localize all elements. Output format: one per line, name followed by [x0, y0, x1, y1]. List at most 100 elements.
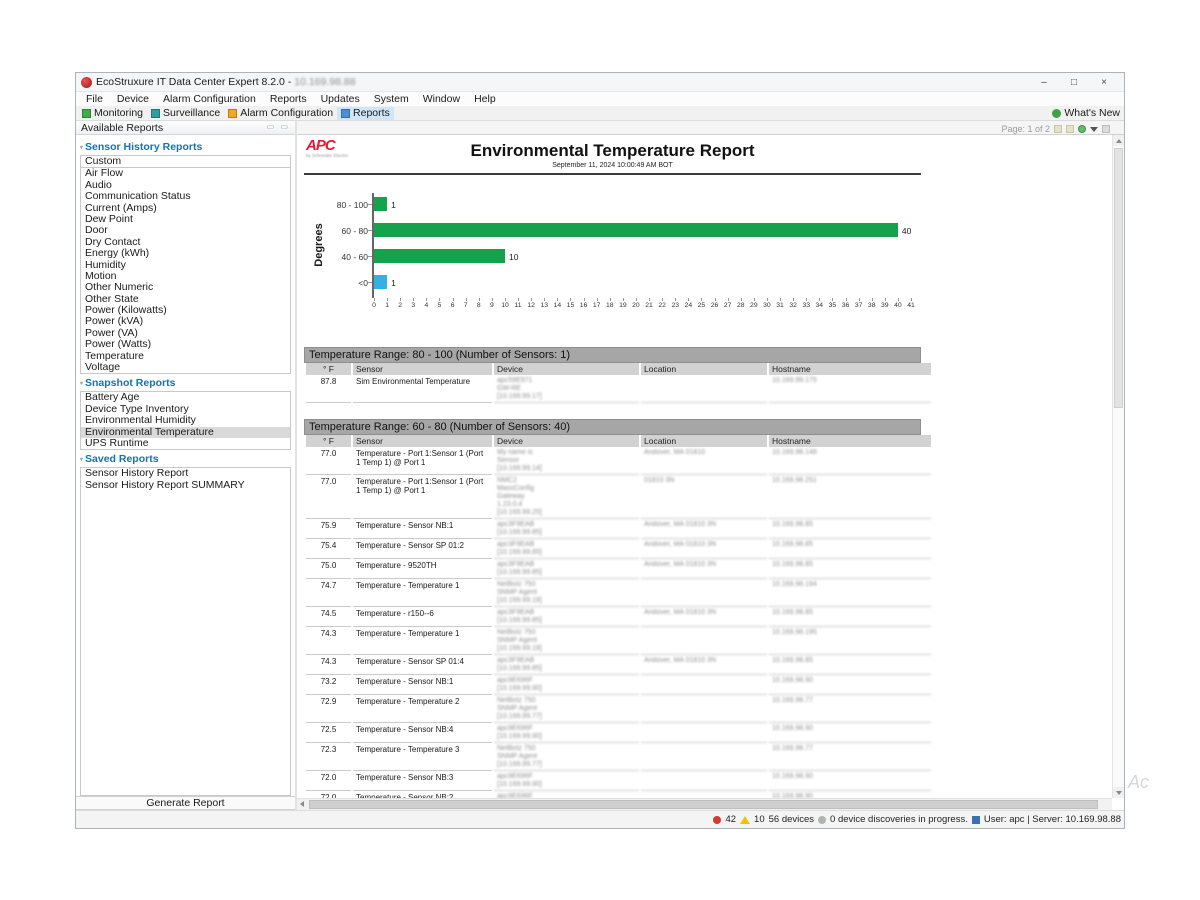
table-row: 73.2Temperature - Sensor NB:1apc9E696F[1… — [306, 675, 931, 695]
column-header-sensor: Sensor — [353, 363, 492, 375]
chart-x-tick — [898, 298, 899, 301]
cell-device: NMC2MassConfigGateway1.23.0.4[10.169.99.… — [494, 475, 639, 519]
list-item-voltage[interactable]: Voltage — [81, 362, 290, 373]
menu-updates[interactable]: Updates — [314, 93, 367, 105]
device-line: SNMP Agent — [497, 753, 636, 761]
cell-location — [641, 771, 767, 791]
list-item-power-kilowatts[interactable]: Power (Kilowatts) — [81, 305, 290, 316]
minimize-button[interactable]: – — [1029, 77, 1059, 88]
cell-sensor: Sim Environmental Temperature — [353, 375, 492, 403]
list-item-ups-runtime[interactable]: UPS Runtime — [81, 438, 290, 449]
report-listbox: Battery AgeDevice Type InventoryEnvironm… — [80, 391, 291, 450]
report-options-dropdown-icon[interactable] — [1090, 127, 1098, 132]
cell-sensor: Temperature - Port 1:Sensor 1 (Port 1 Te… — [353, 447, 492, 475]
list-item-device-type-inventory[interactable]: Device Type Inventory — [81, 404, 290, 415]
menu-system[interactable]: System — [367, 93, 416, 105]
list-item-environmental-temperature[interactable]: Environmental Temperature — [81, 427, 290, 438]
chart-x-tick — [387, 298, 388, 301]
cell-location: Andover, MA 01810 3N — [641, 539, 767, 559]
panel-minimize-icon[interactable]: ▭ ▭ — [267, 122, 290, 133]
list-item-door[interactable]: Door — [81, 225, 290, 236]
print-icon[interactable] — [1066, 125, 1074, 133]
list-item-battery-age[interactable]: Battery Age — [81, 392, 290, 403]
horizontal-scrollbar-thumb[interactable] — [309, 800, 1098, 809]
temperature-range-table: Temperature Range: 80 - 100 (Number of S… — [304, 347, 921, 403]
panel-restore-icon[interactable] — [1102, 125, 1110, 133]
menu-file[interactable]: File — [79, 93, 110, 105]
cell-hostname: 10.169.98.85 — [769, 607, 931, 627]
chart-x-tick — [453, 298, 454, 301]
perspective-surveillance[interactable]: Surveillance — [147, 107, 224, 120]
list-item-other-numeric[interactable]: Other Numeric — [81, 282, 290, 293]
section-header-saved-reports[interactable]: ▾Saved Reports — [80, 453, 291, 465]
app-window: EcoStruxure IT Data Center Expert 8.2.0 … — [75, 72, 1125, 829]
cell-temperature: 72.0 — [306, 771, 351, 791]
whats-new-link[interactable]: What's New — [1052, 107, 1124, 119]
perspective-alarm-configuration[interactable]: Alarm Configuration — [224, 107, 337, 120]
cell-location: Andover, MA 01810 3N — [641, 559, 767, 579]
list-item-power-watts[interactable]: Power (Watts) — [81, 339, 290, 350]
cell-sensor: Temperature - 9520TH — [353, 559, 492, 579]
list-item-power-va[interactable]: Power (VA) — [81, 328, 290, 339]
reports-icon — [341, 109, 350, 118]
list-item-power-kva[interactable]: Power (kVA) — [81, 316, 290, 327]
menu-reports[interactable]: Reports — [263, 93, 314, 105]
perspective-reports[interactable]: Reports — [337, 107, 394, 120]
data-table: ° FSensorDeviceLocationHostname77.0Tempe… — [304, 435, 933, 810]
list-item-energy-kwh[interactable]: Energy (kWh) — [81, 248, 290, 259]
maximize-button[interactable]: □ — [1059, 77, 1089, 88]
list-item-audio[interactable]: Audio — [81, 180, 290, 191]
menu-window[interactable]: Window — [416, 93, 467, 105]
report-page: APC by Schneider Electric Environmental … — [304, 139, 921, 810]
generate-report-button[interactable]: Generate Report — [76, 796, 295, 810]
cell-temperature: 74.5 — [306, 607, 351, 627]
list-item-sensor-history-report[interactable]: Sensor History Report — [81, 468, 290, 479]
scroll-down-button[interactable] — [1113, 787, 1124, 798]
list-item-environmental-humidity[interactable]: Environmental Humidity — [81, 415, 290, 426]
section-header-sensor-history-reports[interactable]: ▾Sensor History Reports — [80, 141, 291, 153]
list-item-air-flow[interactable]: Air Flow — [81, 168, 290, 179]
chart-x-tick — [623, 298, 624, 301]
close-button[interactable]: × — [1089, 77, 1119, 88]
list-item-other-state[interactable]: Other State — [81, 294, 290, 305]
list-item-custom[interactable]: Custom — [81, 156, 290, 167]
cell-temperature: 73.2 — [306, 675, 351, 695]
vertical-scrollbar-thumb[interactable] — [1114, 148, 1123, 408]
vertical-scrollbar[interactable] — [1112, 135, 1124, 798]
menu-device[interactable]: Device — [110, 93, 156, 105]
list-item-communication-status[interactable]: Communication Status — [81, 191, 290, 202]
cell-temperature: 74.3 — [306, 655, 351, 675]
cell-location — [641, 375, 767, 403]
perspective-monitoring[interactable]: Monitoring — [78, 107, 147, 120]
scroll-up-button[interactable] — [1113, 135, 1124, 146]
chart-y-tick — [368, 282, 372, 283]
horizontal-scrollbar[interactable] — [297, 798, 1112, 810]
whats-new-icon — [1052, 109, 1061, 118]
list-item-dew-point[interactable]: Dew Point — [81, 214, 290, 225]
section-header-snapshot-reports[interactable]: ▾Snapshot Reports — [80, 377, 291, 389]
refresh-icon[interactable] — [1078, 125, 1086, 133]
device-line: 1.23.0.4 — [497, 501, 636, 509]
menu-help[interactable]: Help — [467, 93, 503, 105]
chart-x-tick — [885, 298, 886, 301]
export-icon[interactable] — [1054, 125, 1062, 133]
list-item-current-amps[interactable]: Current (Amps) — [81, 203, 290, 214]
chart-category-label: <0 — [304, 278, 368, 288]
chart-x-tick — [492, 298, 493, 301]
device-line: GW-RE — [497, 385, 636, 393]
cell-sensor: Temperature - Sensor NB:3 — [353, 771, 492, 791]
table-row: 74.5Temperature - r150--6apc3F9EAB[10.16… — [306, 607, 931, 627]
scroll-left-button[interactable] — [297, 799, 308, 810]
cell-hostname: 10.169.98.148 — [769, 447, 931, 475]
list-item-motion[interactable]: Motion — [81, 271, 290, 282]
list-item-dry-contact[interactable]: Dry Contact — [81, 237, 290, 248]
table-row: 72.9Temperature - Temperature 2NetBotz 7… — [306, 695, 931, 723]
list-item-sensor-history-report-summary[interactable]: Sensor History Report SUMMARY — [81, 480, 290, 491]
user-server-info: User: apc | Server: 10.169.98.88 — [984, 814, 1121, 825]
chart-category-label: 60 - 80 — [304, 226, 368, 236]
chart-x-tick — [374, 298, 375, 301]
list-item-temperature[interactable]: Temperature — [81, 351, 290, 362]
list-item-humidity[interactable]: Humidity — [81, 260, 290, 271]
cell-hostname: 10.169.98.90 — [769, 771, 931, 791]
menu-alarm-configuration[interactable]: Alarm Configuration — [156, 93, 263, 105]
